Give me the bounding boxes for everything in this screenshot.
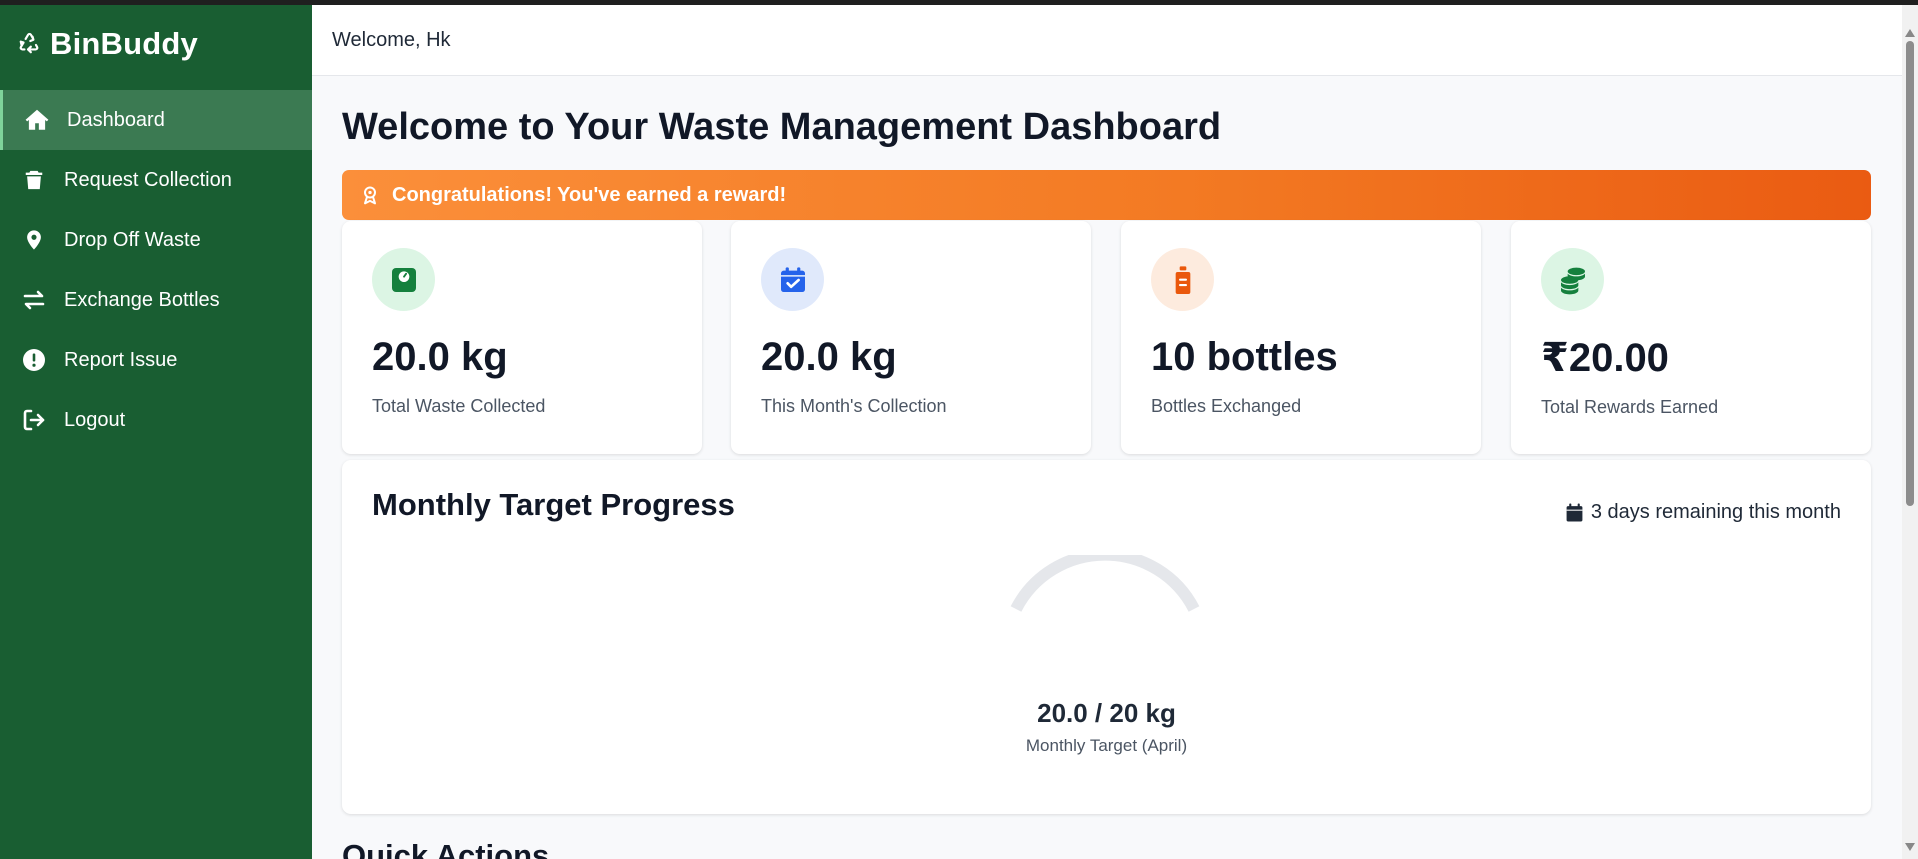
sidebar-item-report-issue[interactable]: Report Issue <box>0 330 312 390</box>
stat-card-monthly-collection: 20.0 kg This Month's Collection <box>731 221 1091 454</box>
logout-icon <box>20 406 48 434</box>
progress-title: Monthly Target Progress <box>372 487 735 522</box>
progress-value: 20.0 / 20 kg <box>1037 698 1176 728</box>
sidebar: BinBuddy Dashboard Request Collection Dr… <box>0 5 312 859</box>
window-top-edge <box>0 0 1918 5</box>
sidebar-item-label: Request Collection <box>64 168 232 191</box>
stat-value: 20.0 kg <box>372 335 508 379</box>
stat-label: This Month's Collection <box>761 396 947 416</box>
brand-name: BinBuddy <box>50 26 198 61</box>
scroll-up-arrow-icon[interactable] <box>1905 29 1915 37</box>
stat-label: Bottles Exchanged <box>1151 396 1302 416</box>
stat-value: ₹20.00 <box>1541 336 1669 380</box>
sidebar-item-dashboard[interactable]: Dashboard <box>0 90 312 150</box>
coins-icon <box>1541 248 1604 311</box>
sidebar-item-drop-off-waste[interactable]: Drop Off Waste <box>0 210 312 270</box>
sidebar-item-exchange-bottles[interactable]: Exchange Bottles <box>0 270 312 330</box>
sidebar-item-label: Exchange Bottles <box>64 288 220 311</box>
sidebar-item-label: Dashboard <box>67 108 165 131</box>
stat-card-total-waste: 20.0 kg Total Waste Collected <box>342 221 702 454</box>
stats-cards: 20.0 kg Total Waste Collected 20.0 kg Th… <box>342 221 1871 456</box>
home-icon <box>23 106 51 134</box>
quick-actions-title: Quick Actions <box>342 838 550 859</box>
top-header: Welcome, Hk <box>312 5 1902 76</box>
trash-icon <box>20 166 48 194</box>
scrollbar-thumb[interactable] <box>1906 41 1914 506</box>
weight-scale-icon <box>372 248 435 311</box>
sidebar-item-label: Drop Off Waste <box>64 228 201 251</box>
brand-logo[interactable]: BinBuddy <box>0 5 312 83</box>
alert-circle-icon <box>20 346 48 374</box>
welcome-user-text: Welcome, Hk <box>332 28 451 51</box>
sidebar-item-logout[interactable]: Logout <box>0 390 312 450</box>
reward-banner: Congratulations! You've earned a reward! <box>342 170 1871 220</box>
stat-label: Total Rewards Earned <box>1541 397 1719 417</box>
bottle-icon <box>1151 248 1214 311</box>
monthly-target-card: Monthly Target Progress 3 days remaining… <box>342 460 1871 814</box>
main-content: Welcome to Your Waste Management Dashboa… <box>312 76 1902 859</box>
sidebar-item-request-collection[interactable]: Request Collection <box>0 150 312 210</box>
stat-card-total-rewards: ₹20.00 Total Rewards Earned <box>1511 221 1871 454</box>
sidebar-nav: Dashboard Request Collection Drop Off Wa… <box>0 90 312 450</box>
stat-card-bottles-exchanged: 10 bottles Bottles Exchanged <box>1121 221 1481 454</box>
calendar-check-icon <box>761 248 824 311</box>
progress-label: Monthly Target (April) <box>1025 736 1188 755</box>
page-title: Welcome to Your Waste Management Dashboa… <box>342 106 1222 148</box>
stat-value: 10 bottles <box>1151 335 1338 379</box>
stat-value: 20.0 kg <box>761 335 897 379</box>
days-remaining: 3 days remaining this month <box>1566 501 1841 524</box>
days-remaining-text: 3 days remaining this month <box>1590 501 1841 523</box>
vertical-scrollbar[interactable] <box>1902 5 1918 859</box>
scroll-down-arrow-icon[interactable] <box>1905 843 1915 851</box>
reward-banner-text: Congratulations! You've earned a reward! <box>392 183 787 206</box>
sidebar-item-label: Logout <box>64 408 126 431</box>
award-ribbon-icon <box>364 186 376 205</box>
recycle-icon <box>18 26 40 62</box>
stat-label: Total Waste Collected <box>372 396 546 416</box>
exchange-arrows-icon <box>20 286 48 314</box>
progress-gauge <box>1010 555 1200 612</box>
sidebar-item-label: Report Issue <box>64 348 178 371</box>
calendar-icon <box>1566 503 1583 522</box>
location-pin-icon <box>20 226 48 254</box>
